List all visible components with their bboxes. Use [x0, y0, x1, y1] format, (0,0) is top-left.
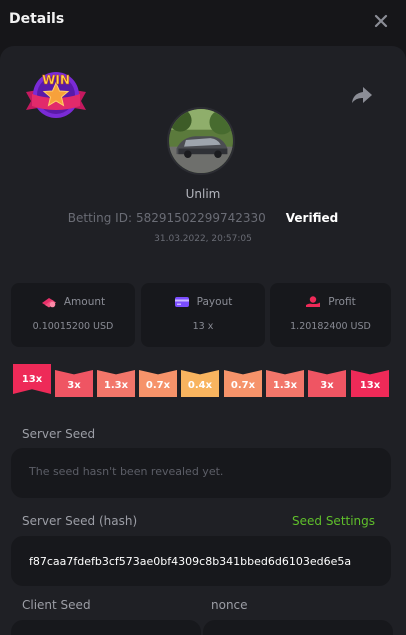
client-seed-label: Client Seed: [22, 598, 91, 612]
credit-card-icon: [174, 297, 189, 307]
payout-value: 13 x: [192, 321, 214, 332]
money-stack-icon: [41, 298, 56, 308]
share-button[interactable]: [350, 84, 374, 106]
server-seed-field[interactable]: The seed hasn't been revealed yet.: [11, 448, 391, 498]
amount-value: 0.10015200 USD: [32, 321, 114, 332]
seed-settings-link[interactable]: Seed Settings: [292, 514, 375, 528]
betting-id-row: Betting ID: 58291502299742330 Verified: [0, 211, 406, 225]
profit-value: 1.20182400 USD: [290, 321, 371, 332]
verified-status: Verified: [285, 211, 339, 225]
server-seed-hash-field[interactable]: f87caa7fdefb3cf573ae0bf4309c8b341bbed6d6…: [11, 536, 391, 586]
hand-coin-icon: [306, 296, 321, 307]
username: Unlim: [185, 187, 221, 201]
client-seed-field[interactable]: [11, 620, 201, 635]
avatar: [167, 107, 235, 175]
details-header: Details: [0, 0, 406, 46]
close-button[interactable]: [370, 10, 392, 32]
badge-text: WIN: [42, 73, 70, 87]
win-badge: WIN: [26, 72, 86, 118]
page-title: Details: [9, 11, 65, 27]
betting-id-label: Betting ID:: [67, 211, 132, 225]
payout-card: Payout 13 x: [141, 283, 265, 347]
betting-id-value: 58291502299742330: [135, 211, 266, 225]
close-icon: [374, 14, 388, 28]
share-icon: [352, 87, 372, 103]
bet-timestamp: 31.03.2022, 20:57:05: [154, 234, 252, 244]
nonce-label: nonce: [211, 598, 248, 612]
profit-label: Profit: [328, 296, 356, 308]
amount-card: Amount 0.10015200 USD: [11, 283, 135, 347]
server-seed-label: Server Seed: [22, 427, 96, 441]
server-seed-hash-value: f87caa7fdefb3cf573ae0bf4309c8b341bbed6d6…: [29, 555, 352, 568]
profit-card: Profit 1.20182400 USD: [270, 283, 391, 347]
amount-label: Amount: [63, 296, 106, 308]
nonce-field[interactable]: [203, 620, 393, 635]
payout-label: Payout: [196, 296, 233, 308]
server-seed-placeholder: The seed hasn't been revealed yet.: [29, 465, 224, 478]
server-seed-hash-label: Server Seed (hash): [22, 514, 138, 528]
avatar-image: [169, 109, 233, 173]
